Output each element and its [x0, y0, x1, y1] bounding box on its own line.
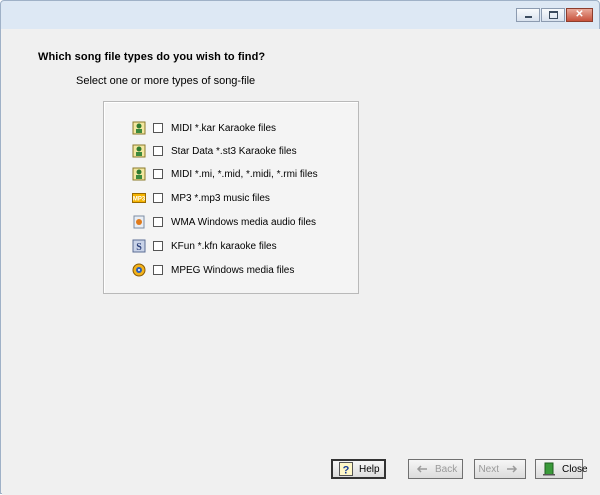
close-button[interactable]: Close [535, 459, 588, 479]
checkbox-st3[interactable] [153, 146, 163, 156]
close-door-icon [542, 462, 556, 476]
maximize-button[interactable] [541, 8, 565, 22]
file-type-row-midi[interactable]: MIDI *.mi, *.mid, *.midi, *.rmi files [132, 166, 318, 182]
checkbox-kfn[interactable] [153, 241, 163, 251]
wma-icon [132, 215, 146, 229]
file-type-label: KFun *.kfn karaoke files [171, 240, 277, 252]
close-label: Close [562, 463, 588, 475]
karaoke-singer-icon [132, 121, 146, 135]
back-button[interactable]: Back [408, 459, 463, 479]
file-type-label: MP3 *.mp3 music files [171, 192, 270, 204]
checkbox-kar[interactable] [153, 123, 163, 133]
wizard-page: Which song file types do you wish to fin… [2, 29, 600, 495]
file-type-row-kar[interactable]: MIDI *.kar Karaoke files [132, 120, 276, 136]
next-button[interactable]: Next [474, 459, 526, 479]
karaoke-singer-icon [132, 144, 146, 158]
kfun-icon: S [132, 239, 146, 253]
file-type-label: Star Data *.st3 Karaoke files [171, 145, 297, 157]
title-bar: ✕ [1, 1, 600, 29]
close-window-button[interactable]: ✕ [566, 8, 593, 22]
mp3-icon: MP3 [132, 191, 146, 205]
file-type-row-kfn[interactable]: S KFun *.kfn karaoke files [132, 238, 277, 254]
minimize-button[interactable] [516, 8, 540, 22]
file-type-row-st3[interactable]: Star Data *.st3 Karaoke files [132, 143, 297, 159]
file-type-label: MIDI *.mi, *.mid, *.midi, *.rmi files [171, 168, 318, 180]
back-arrow-icon [415, 462, 429, 476]
svg-text:S: S [136, 242, 142, 253]
svg-text:?: ? [343, 465, 350, 477]
checkbox-midi[interactable] [153, 169, 163, 179]
checkbox-mpeg[interactable] [153, 265, 163, 275]
file-type-label: MPEG Windows media files [171, 264, 295, 276]
karaoke-singer-icon [132, 167, 146, 181]
next-arrow-icon [505, 462, 519, 476]
minimize-icon [524, 16, 532, 18]
next-label: Next [478, 463, 499, 475]
file-type-label: WMA Windows media audio files [171, 216, 317, 228]
wizard-subtitle: Select one or more types of song-file [76, 75, 256, 87]
checkbox-wma[interactable] [153, 217, 163, 227]
maximize-icon [548, 11, 558, 19]
help-button[interactable]: ? Help [331, 459, 386, 479]
svg-text:MP3: MP3 [133, 197, 146, 203]
file-type-label: MIDI *.kar Karaoke files [171, 122, 277, 134]
file-type-row-wma[interactable]: WMA Windows media audio files [132, 214, 316, 230]
wizard-question: Which song file types do you wish to fin… [38, 51, 266, 63]
app-window: ✕ Which song file types do you wish to f… [0, 0, 600, 495]
mpeg-icon [132, 263, 146, 277]
back-label: Back [435, 463, 458, 475]
file-type-row-mpeg[interactable]: MPEG Windows media files [132, 262, 294, 278]
file-type-group: MIDI *.kar Karaoke files Star Data *.st3… [103, 101, 359, 294]
help-icon: ? [339, 462, 353, 476]
close-icon: ✕ [575, 9, 584, 20]
help-label: Help [359, 463, 380, 475]
checkbox-mp3[interactable] [153, 193, 163, 203]
window-controls: ✕ [515, 8, 593, 22]
file-type-row-mp3[interactable]: MP3 MP3 *.mp3 music files [132, 190, 270, 206]
